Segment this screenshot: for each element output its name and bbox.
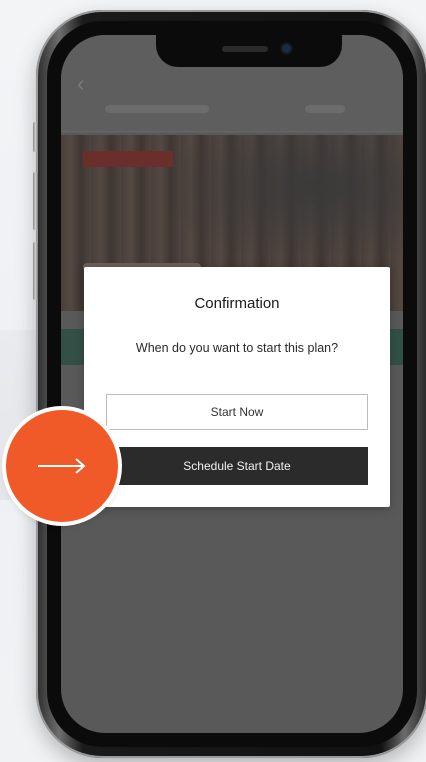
arrow-callout <box>6 410 118 522</box>
mute-switch <box>33 122 38 152</box>
notch <box>156 35 342 67</box>
confirmation-dialog: Confirmation When do you want to start t… <box>84 267 390 507</box>
hero-badge <box>83 151 173 167</box>
earpiece-speaker <box>222 46 268 52</box>
volume-up-button <box>33 172 38 230</box>
tab-right-placeholder <box>305 105 345 113</box>
tab-left-placeholder <box>105 105 209 113</box>
start-now-button[interactable]: Start Now <box>106 394 368 430</box>
chevron-left-icon[interactable]: ‹ <box>77 71 84 97</box>
dialog-message: When do you want to start this plan? <box>135 341 339 355</box>
front-camera <box>282 44 291 53</box>
schedule-start-date-button[interactable]: Schedule Start Date <box>106 447 368 485</box>
tab-divider <box>61 131 403 132</box>
volume-down-button <box>33 242 38 300</box>
arrow-right-icon <box>38 458 86 474</box>
dialog-title: Confirmation <box>194 295 280 312</box>
